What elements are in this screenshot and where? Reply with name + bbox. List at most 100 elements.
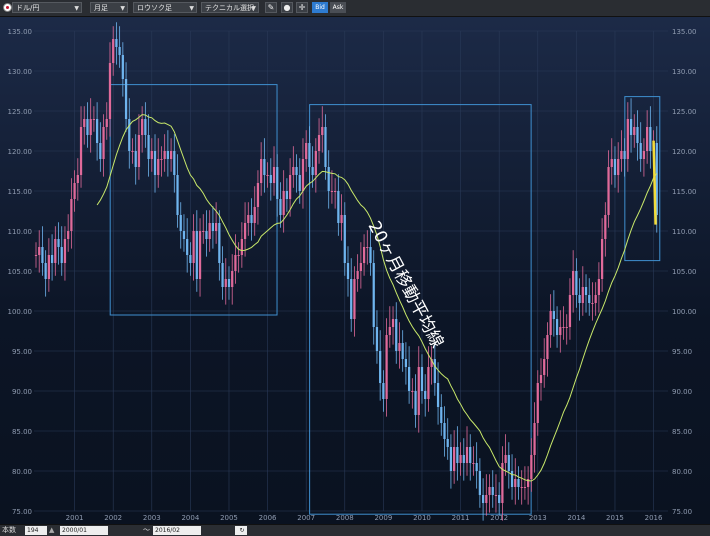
chart-area[interactable]: 135.00 130.00 125.00 120.00 115.00 110.00 105.… (0, 17, 710, 524)
candle-body (34, 255, 38, 256)
candle-body (118, 47, 121, 55)
candle-body (231, 271, 234, 287)
x-tick-label: 2005 (220, 514, 238, 522)
candle-body (629, 119, 633, 135)
period-label: 月足 (94, 4, 108, 12)
x-tick-label: 2004 (181, 514, 199, 522)
y-tick-label: 100.00 (672, 308, 697, 316)
candle-body (234, 255, 237, 271)
stepper-icon[interactable]: ▲ (49, 525, 54, 536)
currency-pair-select[interactable]: ドル/円 ▼ (12, 2, 82, 13)
y-axis-right: 135.00 130.00 125.00 120.00 115.00 110.00 105.… (672, 28, 697, 516)
y-tick-label: 75.00 (672, 508, 692, 516)
highlight-boxes (109, 84, 661, 515)
candle-body (588, 295, 591, 303)
candle-body (356, 271, 359, 279)
candle-body (269, 175, 272, 183)
indicator-select[interactable]: テクニカル選択 ▼ (201, 2, 259, 13)
candle-body (144, 119, 147, 135)
candle-body (137, 135, 141, 167)
draw-pen-button[interactable]: ✎ (265, 2, 277, 13)
candle-body (401, 343, 404, 359)
bid-toggle[interactable]: Bid (312, 2, 328, 13)
bar-count-input[interactable]: 194 (25, 526, 47, 535)
candle-body (314, 151, 317, 175)
candle-body (443, 423, 446, 439)
end-date-input[interactable]: 2016/02 (153, 526, 201, 535)
candle-body (433, 359, 436, 383)
candle-body (305, 143, 308, 159)
candle-body (298, 175, 301, 191)
candle-body (366, 247, 369, 248)
count-label: 本数 (2, 526, 16, 534)
candle-body (375, 327, 379, 351)
crosshair-button[interactable]: ✛ (296, 2, 308, 13)
candle-body (391, 319, 395, 327)
candle-body (453, 447, 456, 471)
candle-body (134, 151, 137, 167)
candle-body (465, 447, 469, 463)
x-tick-label: 2002 (104, 514, 122, 522)
y-tick-label: 135.00 (672, 28, 697, 36)
y-tick-label: 130.00 (8, 68, 33, 76)
candle-body (575, 271, 578, 295)
candle-body (568, 295, 572, 327)
candle-body (38, 247, 41, 255)
candle-body (292, 167, 295, 175)
candle-body (436, 383, 440, 407)
candle-body (308, 143, 311, 167)
candle-body (646, 127, 649, 151)
info-icon: ● (283, 3, 291, 12)
candle-body (604, 215, 607, 239)
candle-body (562, 327, 565, 328)
candle-body (240, 239, 243, 255)
candle-body (202, 231, 205, 232)
candle-body (462, 455, 465, 463)
candle-body (73, 183, 76, 199)
chevron-down-icon: ▼ (120, 5, 125, 12)
candle-body (456, 447, 459, 463)
candle-body (169, 151, 173, 159)
candle-body (147, 135, 150, 159)
refresh-icon: ↻ (239, 527, 245, 534)
y-tick-label: 115.00 (672, 188, 697, 196)
candle-body (50, 255, 54, 263)
info-button[interactable]: ● (281, 2, 293, 13)
x-tick-label: 2009 (374, 514, 392, 522)
candle-body (86, 119, 89, 135)
y-tick-label: 95.00 (12, 348, 32, 356)
chart-type-select[interactable]: ロウソク足 ▼ (133, 2, 197, 13)
y-tick-label: 90.00 (672, 388, 692, 396)
y-tick-label: 110.00 (8, 228, 33, 236)
refresh-button[interactable]: ↻ (235, 526, 247, 535)
candle-body (379, 351, 382, 383)
candle-body (282, 191, 285, 215)
candle-body (581, 287, 584, 303)
candle-body (247, 215, 250, 223)
period-select[interactable]: 月足 ▼ (90, 2, 128, 13)
candle-body (150, 151, 153, 159)
chart-footer: 本数 194 ▲ 2000/01 〜 2016/02 ↻ (0, 524, 710, 536)
candle-body (488, 487, 491, 495)
candle-body (243, 223, 247, 239)
candle-body (591, 303, 594, 304)
candle-body (424, 391, 427, 399)
candle-body (131, 151, 134, 152)
candle-body (157, 159, 160, 175)
candle-body (272, 167, 276, 183)
candle-body (41, 247, 44, 263)
ask-toggle[interactable]: Ask (330, 2, 346, 13)
candle-body (478, 471, 482, 495)
chart-toolbar: ドル/円 ▼ 月足 ▼ ロウソク足 ▼ テクニカル選択 ▼ ✎ ● ✛ Bid … (0, 0, 710, 17)
price-chart: 135.00 130.00 125.00 120.00 115.00 110.00 105.… (8, 22, 697, 522)
candle-body (263, 159, 266, 175)
candle-body (321, 127, 324, 135)
candle-body (494, 495, 498, 496)
x-tick-label: 2010 (413, 514, 431, 522)
candle-body (166, 151, 170, 159)
candle-body (44, 263, 47, 279)
candle-body (533, 423, 536, 455)
start-date-input[interactable]: 2000/01 (60, 526, 108, 535)
candle-body (543, 359, 546, 375)
candle-body (205, 231, 208, 239)
